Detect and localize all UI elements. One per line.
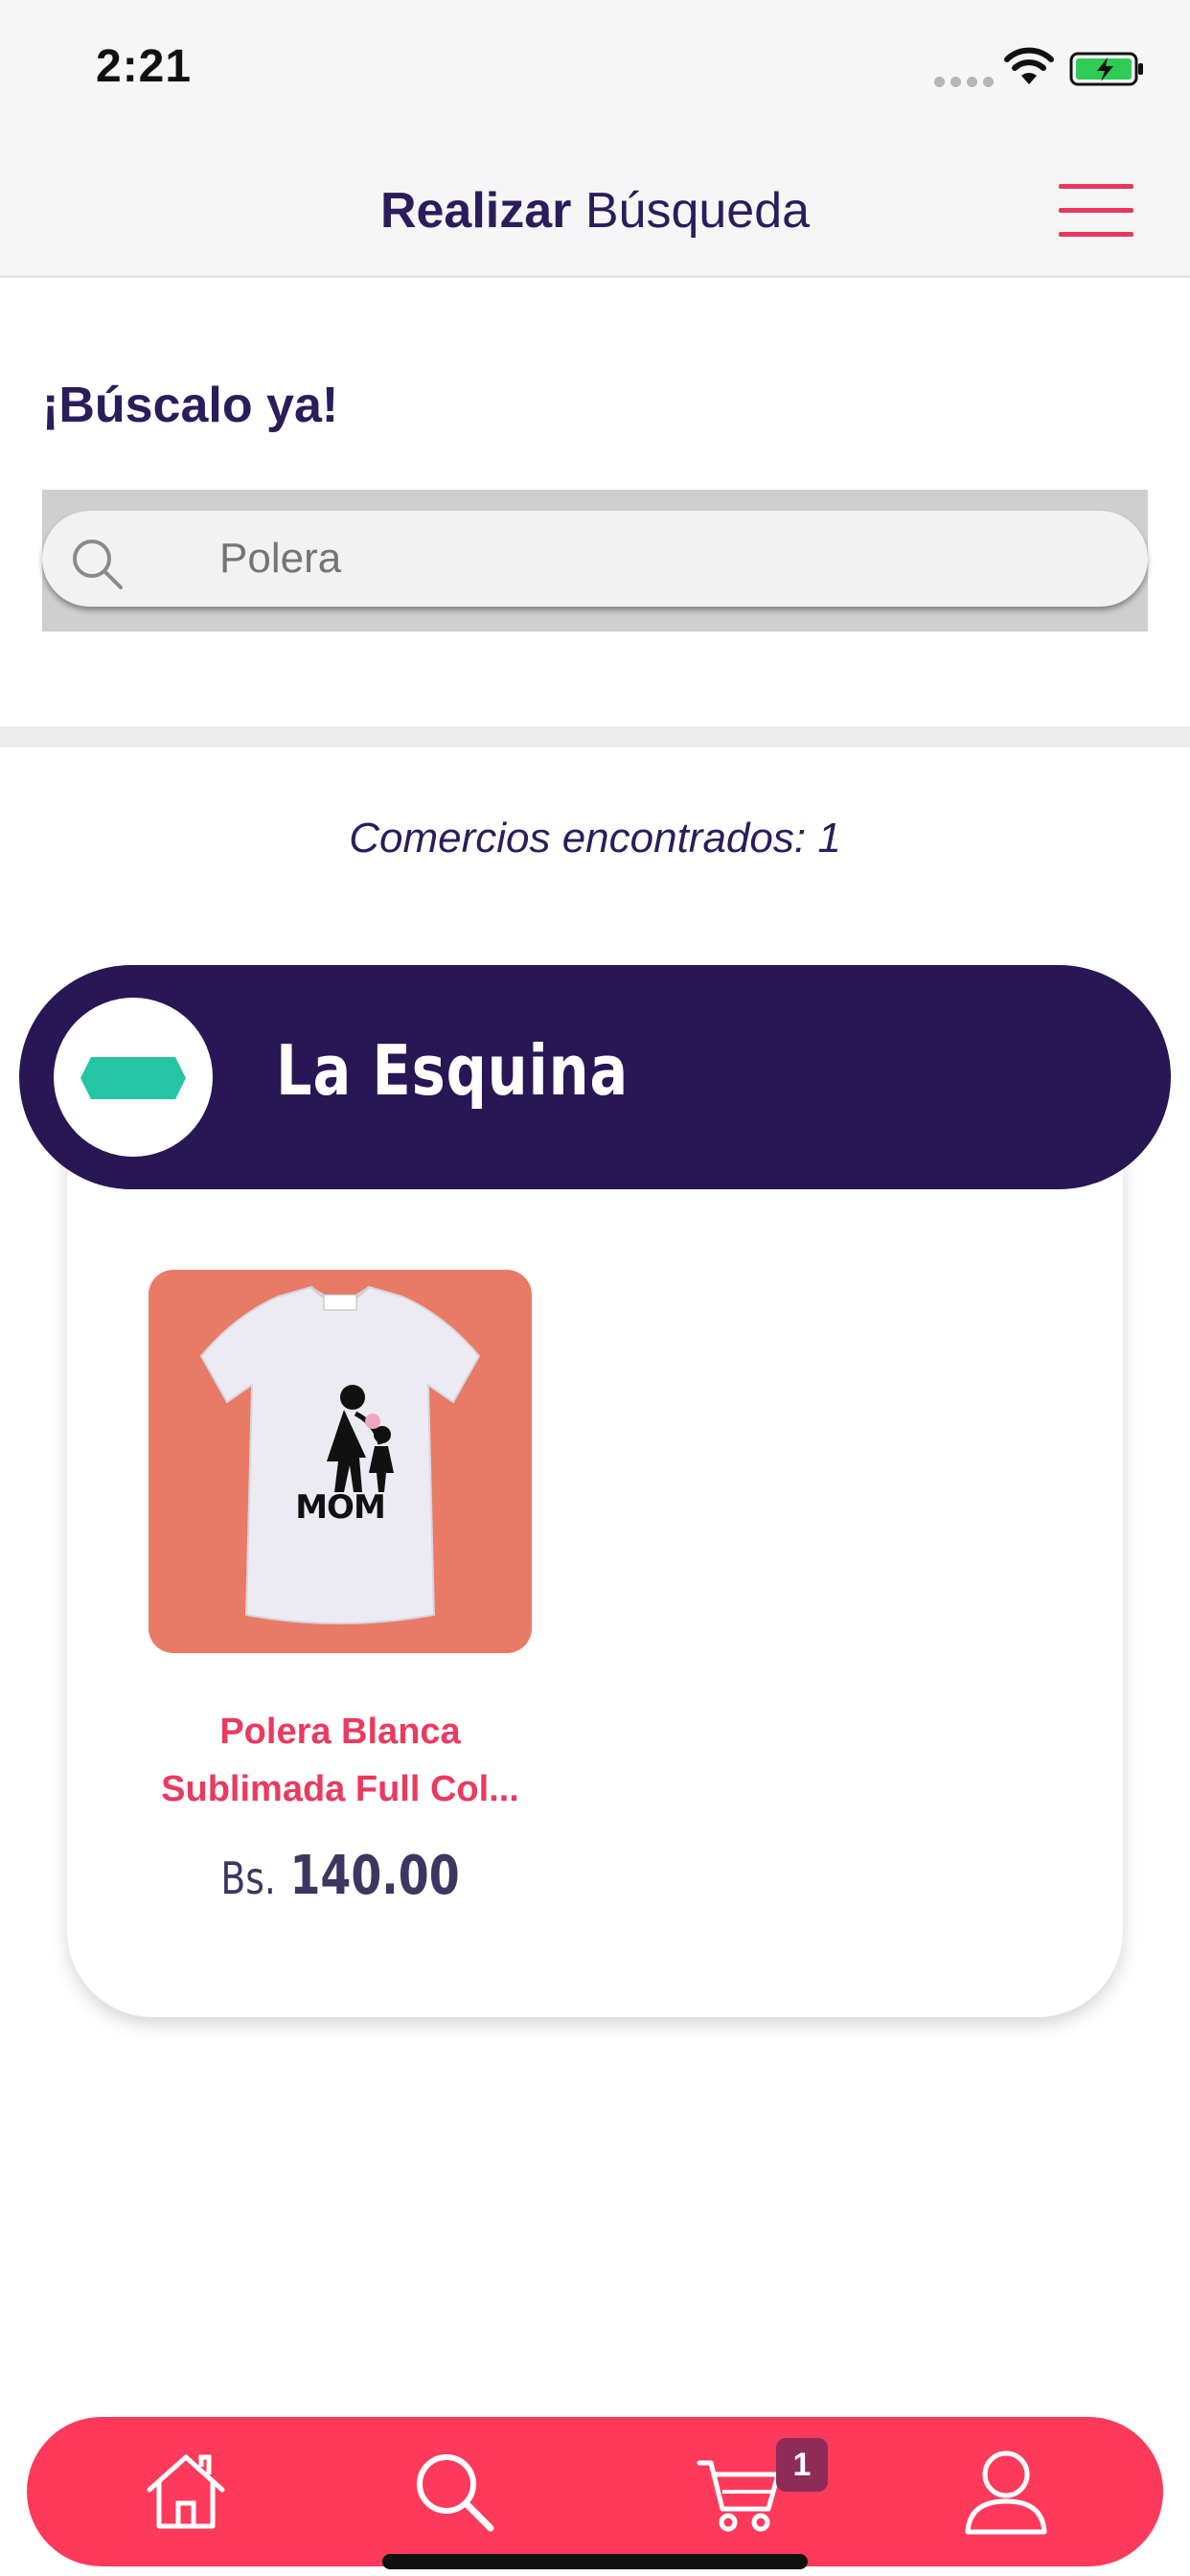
search-input[interactable] — [219, 528, 1082, 589]
search-tab-icon[interactable] — [408, 2446, 500, 2538]
search-icon — [73, 540, 123, 589]
bottom-tab-bar: 1 — [27, 2417, 1163, 2566]
search-section: ¡Búscalo ya! — [0, 281, 1190, 726]
home-indicator[interactable] — [382, 2554, 808, 2569]
navigation-bar: Realizar Búsqueda — [0, 134, 1190, 278]
store-header[interactable]: La Esquina — [19, 965, 1171, 1189]
page-title: Realizar Búsqueda — [379, 183, 811, 239]
search-bar[interactable] — [42, 511, 1148, 607]
battery-charging-icon — [1069, 52, 1143, 86]
search-heading: ¡Búscalo ya! — [42, 378, 339, 433]
product-image-print: MOM — [295, 1488, 386, 1527]
status-bar: 2:21 — [0, 0, 1190, 134]
cellular-signal-icon — [934, 77, 994, 87]
store-name: La Esquina — [276, 1030, 629, 1111]
user-profile-icon[interactable] — [960, 2446, 1052, 2538]
wifi-icon — [1004, 47, 1054, 84]
status-time: 2:21 — [96, 41, 193, 92]
home-icon[interactable] — [140, 2446, 232, 2538]
cart-badge: 1 — [776, 2438, 828, 2492]
section-divider — [0, 726, 1190, 748]
product-image[interactable]: MOM — [149, 1270, 532, 1653]
hamburger-menu-icon[interactable] — [1059, 184, 1133, 238]
cart-icon[interactable] — [694, 2446, 786, 2538]
search-frame — [42, 490, 1148, 632]
product-name[interactable]: Polera Blanca Sublimada Full Col... — [110, 1703, 570, 1818]
product-price: Bs. 140.00 — [220, 1845, 460, 1907]
results-count: Comercios encontrados: 1 — [349, 815, 841, 862]
store-logo — [54, 998, 213, 1157]
